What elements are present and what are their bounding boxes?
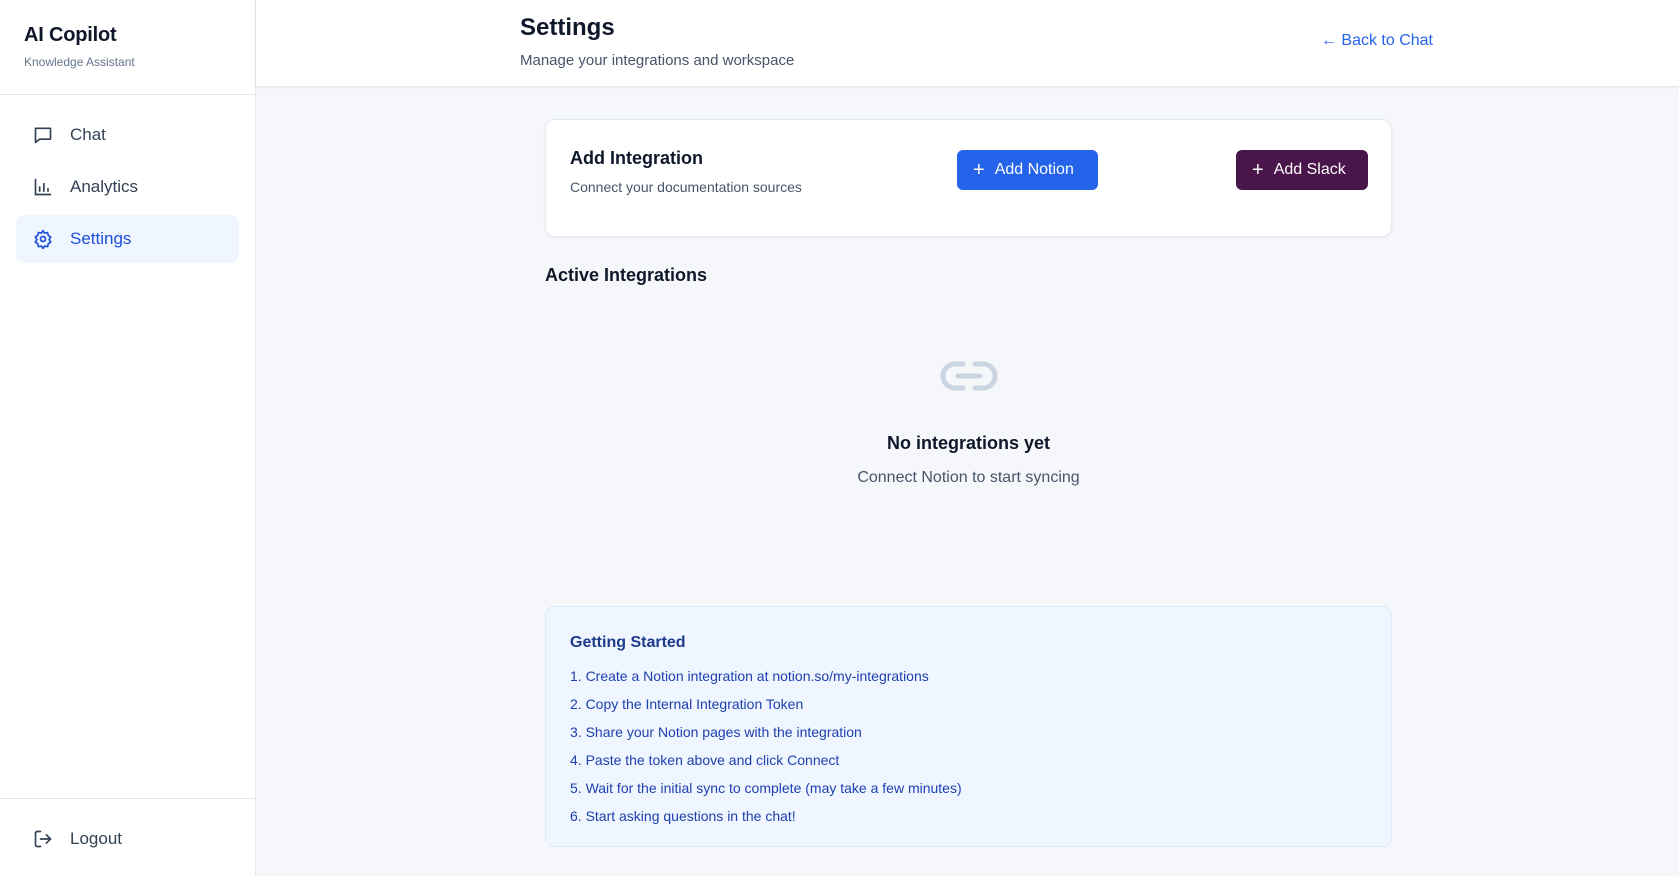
chat-icon (32, 124, 54, 146)
add-integration-card: Add Integration Connect your documentati… (545, 119, 1392, 237)
sidebar-item-label: Analytics (70, 177, 139, 196)
sidebar-item-label: Settings (70, 229, 132, 248)
sidebar-item-label: Chat (70, 125, 106, 144)
sidebar: AI Copilot Knowledge Assistant Chat Anal… (0, 0, 256, 876)
page-title: Settings (520, 14, 615, 41)
guide-step: 4. Paste the token above and click Conne… (570, 752, 840, 768)
empty-title: No integrations yet (886, 433, 1051, 453)
guide-step: 5. Wait for the initial sync to complete… (570, 780, 962, 796)
logout-label: Logout (70, 829, 122, 848)
add-slack-button[interactable]: + Add Slack (1236, 150, 1368, 190)
sidebar-item-settings[interactable]: Settings (16, 215, 239, 263)
sidebar-item-analytics[interactable]: Analytics (16, 163, 239, 211)
logout-button[interactable]: Logout (16, 815, 240, 863)
bar-chart-icon (32, 176, 54, 198)
page-header: Settings Manage your integrations and wo… (256, 0, 1679, 87)
link-icon (939, 358, 999, 394)
brand-subtitle: Knowledge Assistant (24, 55, 135, 69)
sidebar-item-chat[interactable]: Chat (16, 111, 239, 159)
brand-title: AI Copilot (24, 24, 117, 46)
guide-step: 3. Share your Notion pages with the inte… (570, 724, 862, 740)
sidebar-nav: Chat Analytics Settings (0, 95, 255, 283)
empty-subtitle: Connect Notion to start syncing (857, 469, 1080, 486)
sidebar-footer: Logout (0, 798, 256, 876)
brand: AI Copilot Knowledge Assistant (0, 0, 255, 95)
getting-started-title: Getting Started (570, 634, 686, 651)
guide-step: 6. Start asking questions in the chat! (570, 808, 796, 824)
guide-step: 2. Copy the Internal Integration Token (570, 696, 804, 712)
add-integration-subtitle: Connect your documentation sources (570, 179, 802, 195)
logout-icon (32, 828, 54, 850)
add-notion-button[interactable]: + Add Notion (957, 150, 1098, 190)
page-subtitle: Manage your integrations and workspace (520, 52, 795, 69)
add-integration-title: Add Integration (570, 148, 703, 168)
getting-started-panel: Getting Started 1. Create a Notion integ… (545, 606, 1392, 847)
empty-state: No integrations yet Connect Notion to st… (545, 286, 1392, 606)
add-slack-label: Add Slack (1273, 161, 1346, 178)
gear-icon (32, 228, 54, 250)
back-to-chat-link[interactable]: ← Back to Chat (1321, 32, 1433, 50)
add-notion-label: Add Notion (994, 161, 1074, 178)
guide-step: 1. Create a Notion integration at notion… (570, 668, 929, 684)
plus-icon: + (973, 159, 985, 181)
main-content: Add Integration Connect your documentati… (545, 119, 1392, 847)
plus-icon: + (1252, 159, 1264, 181)
active-integrations-title: Active Integrations (545, 265, 708, 285)
